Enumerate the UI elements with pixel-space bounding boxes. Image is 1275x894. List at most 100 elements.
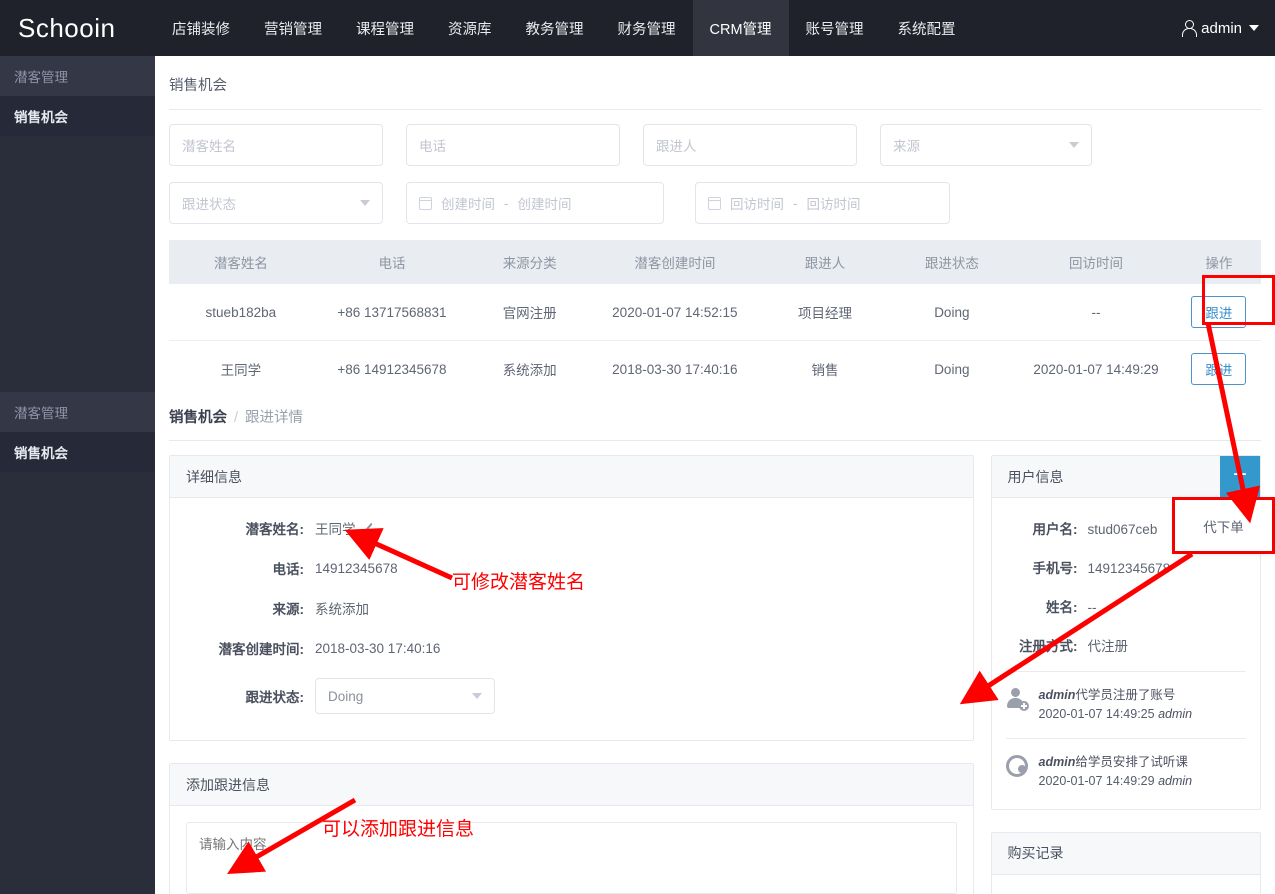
nav-item-resource[interactable]: 资源库 (431, 0, 509, 56)
cell-visit: 2020-01-07 14:49:29 (1033, 361, 1159, 377)
table-row[interactable]: 王同学 +86 14912345678 系统添加 2018-03-30 17:4… (169, 341, 1261, 398)
user-info-card: 用户信息 + 用户名: stud067ceb 手机号: 14912345678 (990, 455, 1261, 810)
nav-item-crm[interactable]: CRM管理 (692, 0, 789, 56)
follow-up-button[interactable]: 跟进 (1191, 353, 1247, 385)
nav-item-store-decoration[interactable]: 店铺装修 (155, 0, 247, 56)
edit-pencil-icon[interactable] (363, 521, 379, 535)
filter-row-2: 跟进状态 创建时间 - 创建时间 回访时间 - 回访时间 (169, 182, 1261, 224)
filter-status-value: 跟进状态 (182, 197, 236, 212)
activity-log-text: admin代学员注册了账号 2020-01-07 14:49:25 admin (1039, 686, 1193, 725)
log-time: 2020-01-07 14:49:29 (1038, 774, 1155, 789)
filter-row-1: 潜客姓名 电话 跟进人 来源 (169, 124, 1261, 166)
field-value: 系统添加 (315, 602, 369, 617)
user-menu[interactable]: admin (1181, 0, 1275, 56)
cell-status: Doing (934, 304, 970, 320)
filter-follower-input[interactable]: 跟进人 (643, 124, 857, 166)
cell-phone: +86 14912345678 (337, 361, 447, 377)
chevron-down-icon (1069, 142, 1079, 148)
follow-status-select[interactable]: Doing (315, 678, 495, 714)
field-label: 姓名: (1046, 600, 1078, 615)
breadcrumb: 销售机会 / 跟进详情 (155, 392, 1275, 427)
log-operator: admin (1158, 774, 1193, 789)
field-mobile: 手机号: 14912345678 (1006, 557, 1246, 577)
field-label: 电话: (272, 562, 305, 577)
cell-name: stueb182ba (205, 304, 277, 320)
nav-item-finance[interactable]: 财务管理 (601, 0, 693, 56)
followup-content-textarea[interactable] (186, 822, 957, 894)
column-header-status: 跟进状态 (924, 256, 979, 271)
column-header-action: 操作 (1205, 256, 1233, 271)
nav-item-academic[interactable]: 教务管理 (509, 0, 601, 56)
breadcrumb-current: 跟进详情 (245, 410, 304, 426)
page-title: 销售机会 (169, 78, 227, 94)
chevron-down-icon (472, 693, 482, 699)
field-value: -- (1087, 600, 1097, 615)
cell-phone: +86 13717568831 (337, 304, 447, 320)
log-actor: admin (1038, 688, 1076, 702)
range-separator: - (793, 195, 798, 211)
user-info-card-header: 用户信息 + (991, 456, 1260, 498)
field-label: 来源: (272, 602, 305, 617)
activity-log-item: admin代学员注册了账号 2020-01-07 14:49:25 admin (1006, 686, 1246, 725)
cell-created: 2018-03-30 17:40:16 (612, 361, 738, 377)
cell-status: Doing (934, 361, 970, 377)
cell-follower: 销售 (811, 363, 839, 378)
breadcrumb-root[interactable]: 销售机会 (169, 410, 227, 426)
purchase-empty-text: 用户暂未购买记录 (992, 875, 1260, 894)
nav-item-course[interactable]: 课程管理 (339, 0, 431, 56)
filter-create-daterange[interactable]: 创建时间 - 创建时间 (406, 182, 664, 224)
breadcrumb-divider (169, 440, 1261, 441)
activity-log-text: admin给学员安排了试听课 2020-01-07 14:49:29 admin (1039, 753, 1193, 792)
field-username: 用户名: stud067ceb (1006, 518, 1246, 538)
field-label: 潜客姓名: (245, 522, 305, 537)
sidebar-top: 潜客管理 销售机会 (0, 56, 155, 392)
column-header-created: 潜客创建时间 (634, 256, 716, 271)
user-name-label: admin (1201, 19, 1242, 37)
field-value: 14912345678 (315, 560, 398, 576)
log-action: 代学员注册了账号 (1075, 688, 1176, 702)
follow-up-button[interactable]: 跟进 (1191, 296, 1247, 328)
opportunity-table: 潜客姓名 电话 来源分类 潜客创建时间 跟进人 跟进状态 回访时间 操作 stu… (169, 240, 1261, 398)
add-followup-card-body (170, 806, 973, 894)
calendar-icon (708, 196, 721, 210)
filter-status-select[interactable]: 跟进状态 (169, 182, 383, 224)
nav-item-marketing[interactable]: 营销管理 (247, 0, 339, 56)
add-followup-card-header: 添加跟进信息 (170, 764, 973, 806)
field-follow-status: 跟进状态: Doing (186, 678, 957, 714)
filter-phone-input[interactable]: 电话 (406, 124, 620, 166)
field-realname: 姓名: -- (1006, 596, 1246, 616)
activity-log-item: admin给学员安排了试听课 2020-01-07 14:49:29 admin (1005, 753, 1246, 792)
person-add-icon (1006, 688, 1029, 711)
cell-visit: -- (1091, 304, 1101, 320)
follow-status-value: Doing (328, 688, 364, 704)
user-info-card-body: 用户名: stud067ceb 手机号: 14912345678 姓名: -- (992, 498, 1260, 809)
nav-item-system-config[interactable]: 系统配置 (881, 0, 973, 56)
filter-panel: 潜客姓名 电话 跟进人 来源 跟进状态 创建时间 - 创建时间 回访时间 - 回… (155, 110, 1275, 224)
chevron-down-icon (1249, 25, 1259, 31)
cell-source: 官网注册 (502, 306, 557, 321)
sidebar-group-prospect-management[interactable]: 潜客管理 (0, 392, 155, 432)
filter-source-select[interactable]: 来源 (880, 124, 1092, 166)
cell-follower: 项目经理 (797, 306, 852, 321)
sidebar-group-prospect-management[interactable]: 潜客管理 (0, 56, 155, 96)
filter-visit-daterange[interactable]: 回访时间 - 回访时间 (695, 182, 950, 224)
table-row[interactable]: stueb182ba +86 13717568831 官网注册 2020-01-… (169, 284, 1261, 341)
brand-logo[interactable]: Schooin (0, 0, 155, 56)
field-value: 王同学 (315, 522, 356, 537)
detail-info-card-body: 潜客姓名: 王同学 电话: 14912345678 来源: 系统添加 潜客创建时… (170, 498, 973, 740)
field-phone: 电话: 14912345678 (186, 558, 957, 578)
filter-name-input[interactable]: 潜客姓名 (169, 124, 383, 166)
field-label: 跟进状态: (245, 690, 305, 705)
add-order-plus-button[interactable]: + (1220, 456, 1260, 497)
field-value: 2018-03-30 17:40:16 (315, 640, 441, 656)
cell-created: 2020-01-07 14:52:15 (612, 304, 738, 320)
visit-start-label: 回访时间 (730, 197, 784, 212)
purchase-record-card-body: 用户暂未购买记录 (992, 875, 1260, 894)
field-label: 潜客创建时间: (218, 642, 305, 657)
field-value: 14912345678 (1087, 561, 1171, 576)
log-time: 2020-01-07 14:49:25 (1038, 707, 1155, 722)
nav-item-account[interactable]: 账号管理 (789, 0, 881, 56)
sidebar-item-sales-opportunity[interactable]: 销售机会 (0, 432, 155, 472)
log-operator: admin (1158, 707, 1193, 722)
sidebar-item-sales-opportunity[interactable]: 销售机会 (0, 96, 155, 136)
